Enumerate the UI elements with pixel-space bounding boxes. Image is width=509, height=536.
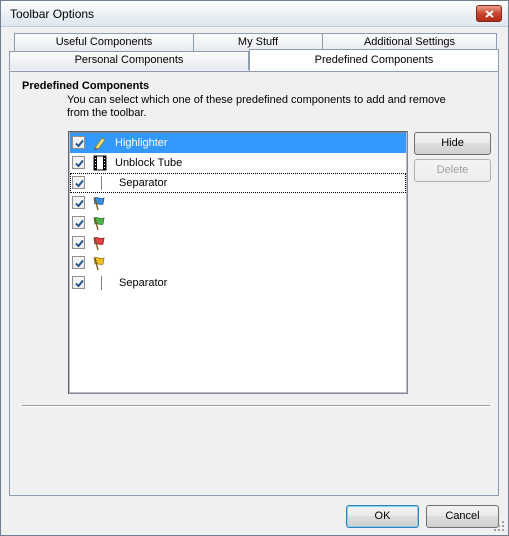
checkmark-icon bbox=[75, 139, 84, 148]
checkbox[interactable] bbox=[72, 196, 85, 209]
hide-button[interactable]: Hide bbox=[414, 132, 491, 155]
close-icon bbox=[485, 10, 494, 18]
red-flag-icon bbox=[92, 235, 108, 251]
checkmark-icon bbox=[75, 219, 84, 228]
list-item[interactable] bbox=[70, 193, 406, 213]
close-button[interactable] bbox=[476, 5, 502, 22]
ok-button[interactable]: OK bbox=[346, 505, 419, 528]
checkbox[interactable] bbox=[72, 176, 85, 189]
green-flag-icon bbox=[92, 215, 108, 231]
checkbox[interactable] bbox=[72, 236, 85, 249]
tab-predefined-components[interactable]: Predefined Components bbox=[249, 49, 499, 71]
toolbar-options-dialog: Toolbar Options Useful Components My Stu… bbox=[0, 0, 509, 536]
highlighter-icon bbox=[92, 135, 108, 151]
checkmark-icon bbox=[75, 279, 84, 288]
item-label: Highlighter bbox=[115, 137, 168, 149]
checkmark-icon bbox=[75, 179, 84, 188]
checkmark-icon bbox=[75, 199, 84, 208]
list-item[interactable]: Separator bbox=[70, 273, 406, 293]
title-bar: Toolbar Options bbox=[1, 1, 508, 27]
window-title: Toolbar Options bbox=[10, 7, 95, 21]
blue-flag-icon bbox=[92, 195, 108, 211]
item-label: Unblock Tube bbox=[115, 157, 183, 169]
cancel-button[interactable]: Cancel bbox=[426, 505, 499, 528]
item-label: Separator bbox=[119, 177, 168, 189]
list-item[interactable]: Separator bbox=[70, 173, 406, 193]
tab-personal-components[interactable]: Personal Components bbox=[9, 51, 249, 70]
section-description: You can select which one of these predef… bbox=[67, 94, 446, 119]
checkmark-icon bbox=[75, 159, 84, 168]
components-list[interactable]: Highlighter Unblock Tube Separator Separ… bbox=[68, 131, 408, 394]
checkbox[interactable] bbox=[72, 216, 85, 229]
checkbox[interactable] bbox=[72, 156, 85, 169]
section-title: Predefined Components bbox=[22, 80, 150, 92]
checkbox[interactable] bbox=[72, 136, 85, 149]
checkbox[interactable] bbox=[72, 256, 85, 269]
list-item[interactable] bbox=[70, 233, 406, 253]
checkmark-icon bbox=[75, 239, 84, 248]
yellow-flag-icon bbox=[92, 255, 108, 271]
resize-grip-icon[interactable] bbox=[494, 521, 505, 532]
film-icon bbox=[92, 155, 108, 171]
separator-glyph bbox=[101, 276, 102, 290]
delete-button[interactable]: Delete bbox=[414, 159, 491, 182]
checkbox[interactable] bbox=[72, 276, 85, 289]
list-item[interactable]: Unblock Tube bbox=[70, 153, 406, 173]
item-label: Separator bbox=[119, 277, 168, 289]
divider bbox=[22, 405, 490, 407]
list-item[interactable] bbox=[70, 253, 406, 273]
tab-useful-components[interactable]: Useful Components bbox=[14, 33, 194, 52]
list-item[interactable]: Highlighter bbox=[70, 133, 406, 153]
tab-panel: Predefined Components You can select whi… bbox=[9, 71, 499, 496]
separator-glyph bbox=[101, 176, 102, 190]
list-item[interactable] bbox=[70, 213, 406, 233]
checkmark-icon bbox=[75, 259, 84, 268]
